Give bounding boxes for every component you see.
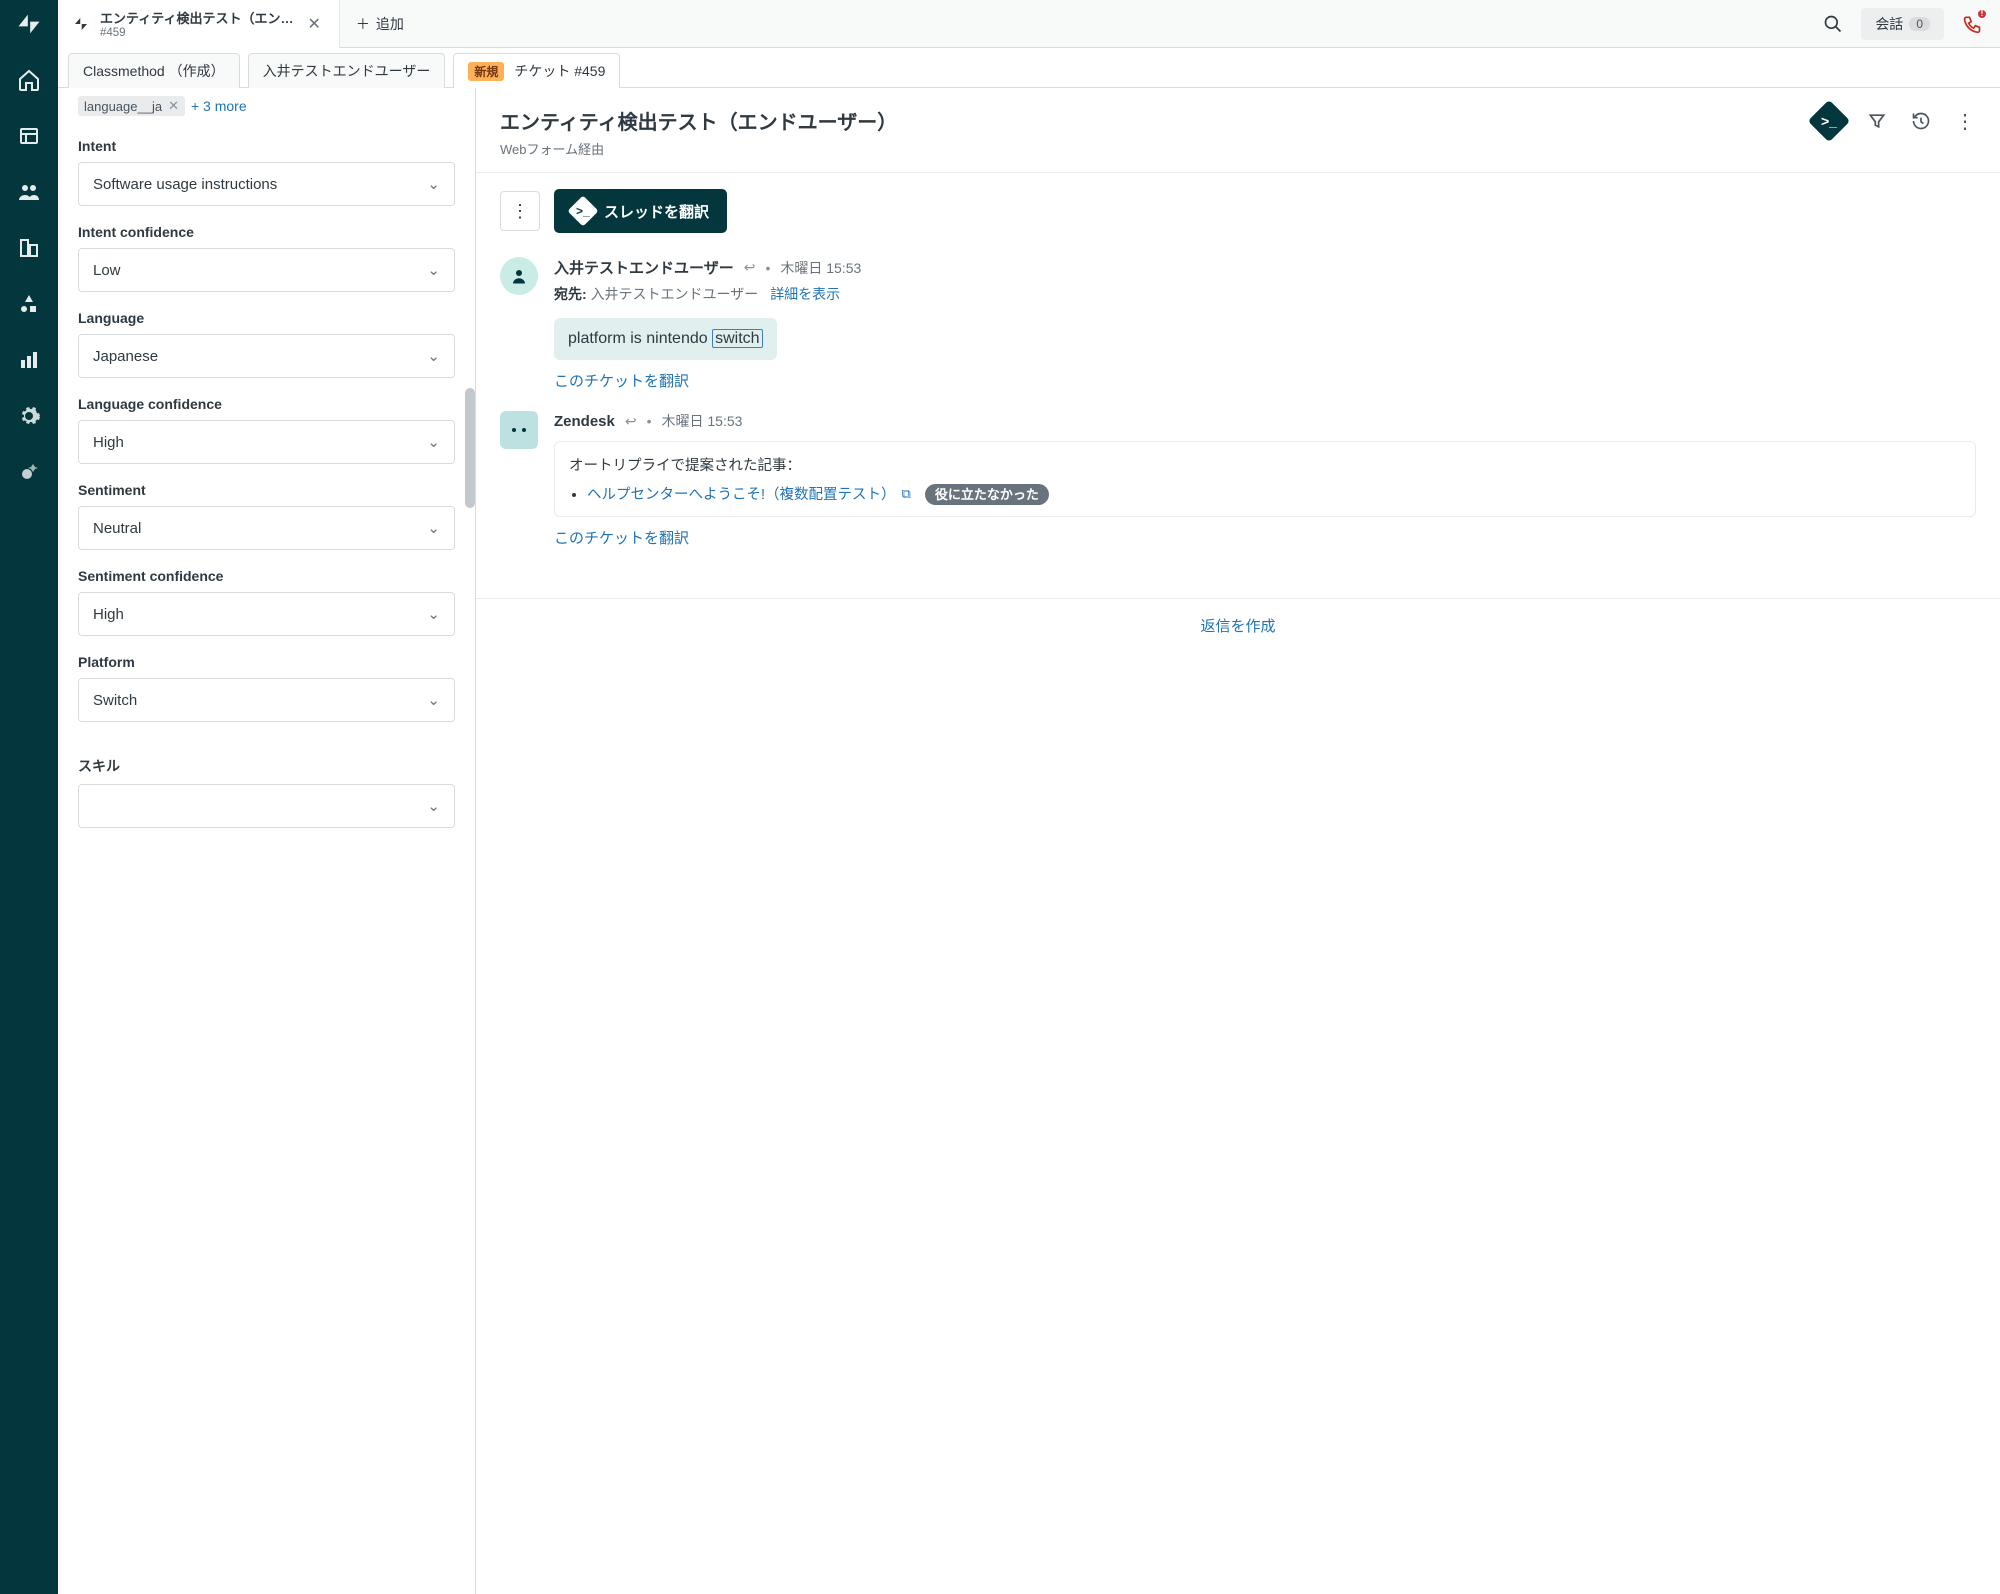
message-author: 入井テストエンドユーザー xyxy=(554,257,734,278)
external-link-icon: ⧉ xyxy=(902,486,911,502)
ticket-icon xyxy=(72,15,90,33)
zendesk-logo-icon[interactable] xyxy=(15,10,43,38)
home-icon[interactable] xyxy=(15,66,43,94)
alert-badge-icon: ! xyxy=(1976,8,1988,20)
message: Zendesk ↩ • 木曜日 15:53 オートリプライで提案された記事： xyxy=(500,411,1976,548)
message-author: Zendesk xyxy=(554,413,615,430)
intent-confidence-label: Intent confidence xyxy=(78,224,455,240)
user-avatar-icon xyxy=(500,257,538,295)
platform-label: Platform xyxy=(78,654,455,670)
message-actions-button[interactable]: ⋮ xyxy=(500,191,540,231)
reports-icon[interactable] xyxy=(15,346,43,374)
message: 入井テストエンドユーザー ↩ • 木曜日 15:53 宛先: 入井テストエンドユ… xyxy=(500,257,1976,391)
conversations-count: 0 xyxy=(1909,17,1930,31)
compose-reply-button[interactable]: 返信を作成 xyxy=(476,598,2000,652)
conversations-button[interactable]: 会話 0 xyxy=(1861,8,1944,40)
show-details-link[interactable]: 詳細を表示 xyxy=(770,286,840,302)
translate-thread-button[interactable]: >_ スレッドを翻訳 xyxy=(554,189,727,233)
status-badge: 新規 xyxy=(468,62,504,81)
ticket-via: Webフォーム経由 xyxy=(500,139,897,158)
organizations-icon[interactable] xyxy=(15,234,43,262)
sentiment-confidence-select[interactable]: High ⌄ xyxy=(78,592,455,636)
admin-icon[interactable] xyxy=(15,402,43,430)
message-time: 木曜日 15:53 xyxy=(780,258,861,278)
intelligence-icon[interactable]: >_ xyxy=(1808,100,1850,142)
intent-confidence-select[interactable]: Low ⌄ xyxy=(78,248,455,292)
tabs-bar: エンティティ検出テスト（エン… #459 ✕ ＋ 追加 会話 0 ! xyxy=(58,0,2000,48)
ticket-title: エンティティ検出テスト（エンドユーザー） xyxy=(500,106,897,135)
language-confidence-select[interactable]: High ⌄ xyxy=(78,420,455,464)
chevron-down-icon: ⌄ xyxy=(427,691,440,709)
chevron-down-icon: ⌄ xyxy=(427,261,440,279)
sentiment-confidence-label: Sentiment confidence xyxy=(78,568,455,584)
skill-select[interactable]: ⌄ xyxy=(78,784,455,828)
unhelpful-badge[interactable]: 役に立たなかった xyxy=(925,484,1049,505)
sentiment-select[interactable]: Neutral ⌄ xyxy=(78,506,455,550)
tab-title: エンティティ検出テスト（エン… xyxy=(100,8,293,27)
language-label: Language xyxy=(78,310,455,326)
ticket-tab[interactable]: エンティティ検出テスト（エン… #459 ✕ xyxy=(58,0,340,48)
tab-organization[interactable]: Classmethod （作成） xyxy=(68,53,240,88)
left-rail xyxy=(0,0,58,1594)
context-tabs: Classmethod （作成） 入井テストエンドユーザー 新規 チケット #4… xyxy=(58,48,2000,88)
translate-ticket-link[interactable]: このチケットを翻訳 xyxy=(554,370,1976,391)
close-tab-icon[interactable]: ✕ xyxy=(303,14,324,34)
tab-subtitle: #459 xyxy=(100,27,293,39)
language-confidence-label: Language confidence xyxy=(78,396,455,412)
message-recipient: 宛先: 入井テストエンドユーザー 詳細を表示 xyxy=(554,284,1976,304)
intent-select[interactable]: Software usage instructions ⌄ xyxy=(78,162,455,206)
tag-chip[interactable]: language__ja ✕ xyxy=(78,96,185,116)
ticket-fields-panel: language__ja ✕ + 3 more Intent Software … xyxy=(58,88,476,1594)
entity-highlight[interactable]: switch xyxy=(712,329,762,348)
bot-avatar-icon xyxy=(500,411,538,449)
shapes-icon[interactable] xyxy=(15,290,43,318)
conversation-pane: エンティティ検出テスト（エンドユーザー） Webフォーム経由 >_ ⋮ xyxy=(476,88,2000,1594)
message-bubble: platform is nintendo switch xyxy=(554,318,777,360)
tab-ticket-label: チケット #459 xyxy=(514,61,605,81)
history-icon[interactable] xyxy=(1910,110,1932,132)
translate-ticket-link[interactable]: このチケットを翻訳 xyxy=(554,527,1976,548)
more-tags-link[interactable]: + 3 more xyxy=(191,98,247,114)
scrollbar-thumb[interactable] xyxy=(465,388,475,508)
search-icon[interactable] xyxy=(1815,6,1851,42)
chevron-down-icon: ⌄ xyxy=(427,797,440,815)
phone-icon[interactable]: ! xyxy=(1954,6,1990,42)
views-icon[interactable] xyxy=(15,122,43,150)
message-time: 木曜日 15:53 xyxy=(662,411,743,431)
translate-icon: >_ xyxy=(567,195,598,226)
platform-select[interactable]: Switch ⌄ xyxy=(78,678,455,722)
remove-tag-icon[interactable]: ✕ xyxy=(168,98,179,114)
skill-label: スキル xyxy=(78,756,455,776)
autoreply-heading: オートリプライで提案された記事： xyxy=(569,454,1961,475)
chevron-down-icon: ⌄ xyxy=(427,433,440,451)
intent-label: Intent xyxy=(78,138,455,154)
suggested-article-item: ヘルプセンターへようこそ!（複数配置テスト） ⧉ 役に立たなかった xyxy=(587,483,1961,504)
conversations-label: 会話 xyxy=(1875,14,1903,34)
discover-icon[interactable] xyxy=(15,458,43,486)
customers-icon[interactable] xyxy=(15,178,43,206)
add-tab-label: 追加 xyxy=(376,14,404,34)
chevron-down-icon: ⌄ xyxy=(427,347,440,365)
chevron-down-icon: ⌄ xyxy=(427,605,440,623)
autoreply-box: オートリプライで提案された記事： ヘルプセンターへようこそ!（複数配置テスト） … xyxy=(554,441,1976,517)
reply-icon[interactable]: ↩ xyxy=(625,413,637,430)
overflow-icon[interactable]: ⋮ xyxy=(1954,110,1976,132)
chevron-down-icon: ⌄ xyxy=(427,519,440,537)
add-tab-button[interactable]: ＋ 追加 xyxy=(340,14,420,34)
article-link[interactable]: ヘルプセンターへようこそ!（複数配置テスト） ⧉ xyxy=(587,483,911,504)
reply-icon[interactable]: ↩ xyxy=(744,259,756,276)
sentiment-label: Sentiment xyxy=(78,482,455,498)
chevron-down-icon: ⌄ xyxy=(427,175,440,193)
language-select[interactable]: Japanese ⌄ xyxy=(78,334,455,378)
filter-icon[interactable] xyxy=(1866,110,1888,132)
tab-requester[interactable]: 入井テストエンドユーザー xyxy=(248,53,446,88)
plus-icon: ＋ xyxy=(356,14,370,34)
tab-ticket[interactable]: 新規 チケット #459 xyxy=(453,53,620,88)
